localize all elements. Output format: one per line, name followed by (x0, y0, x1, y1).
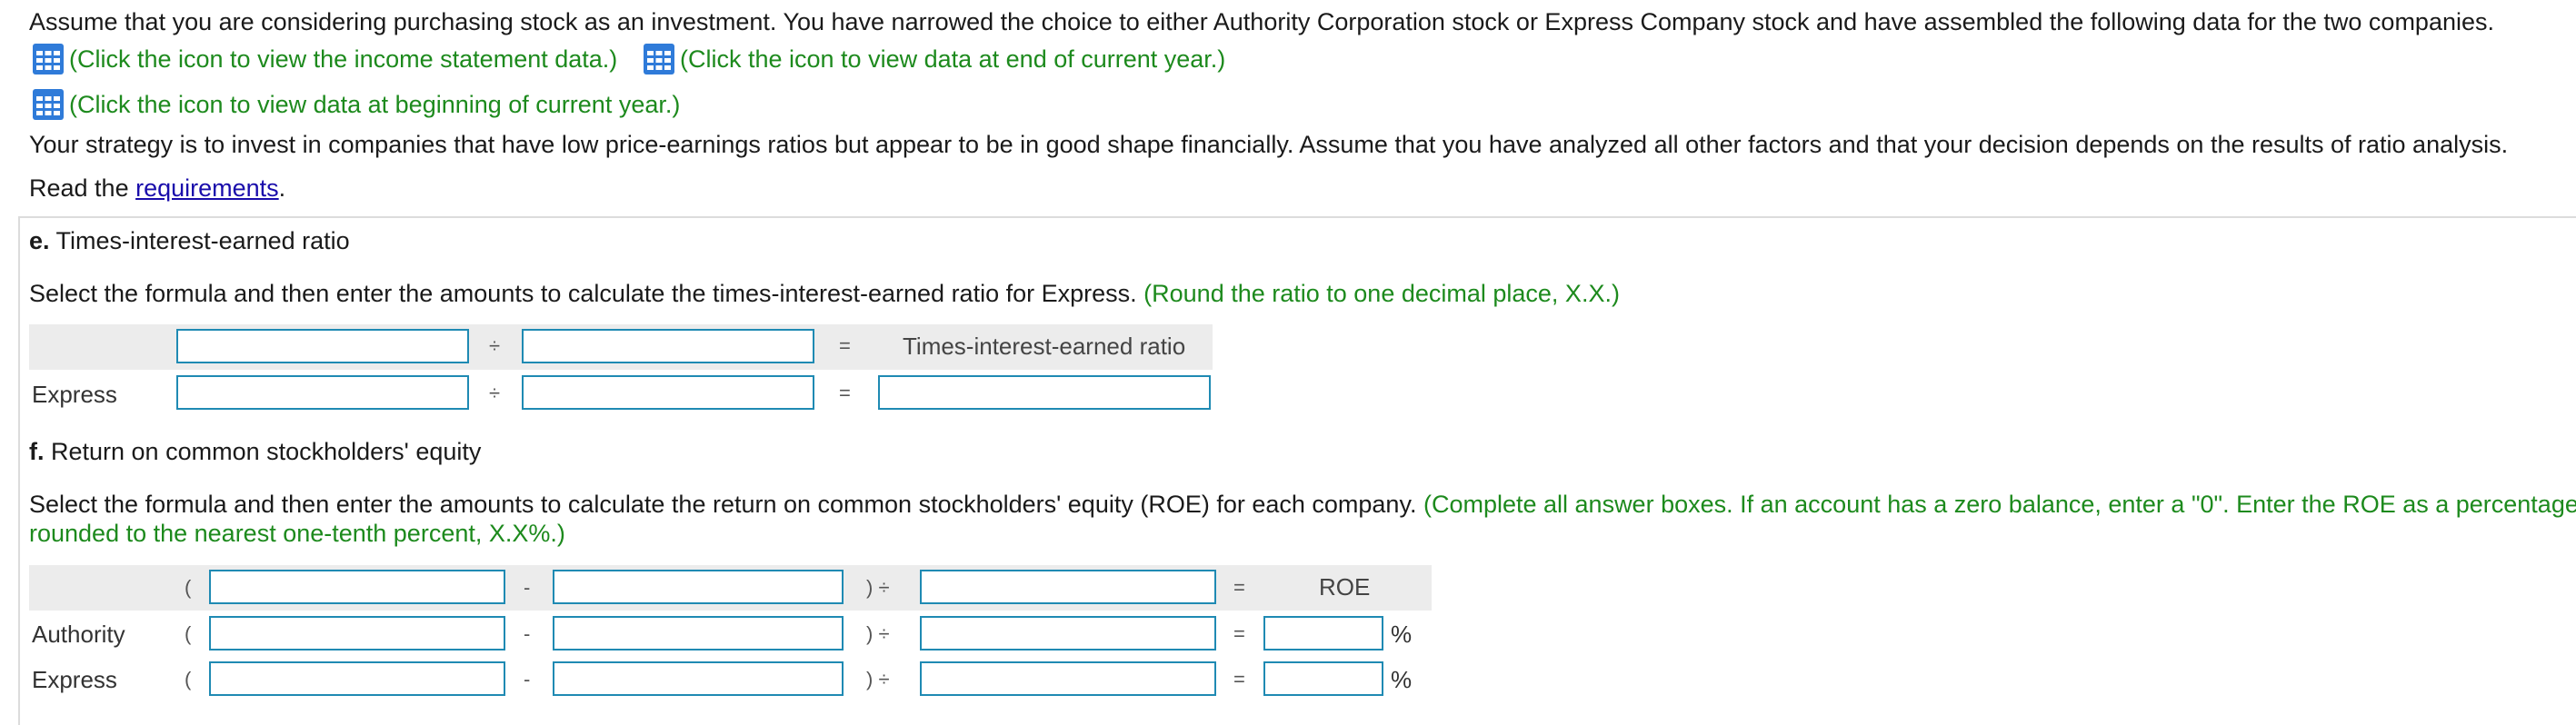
roe-net-income-formula-select[interactable] (209, 570, 505, 604)
beginning-of-year-link-label: (Click the icon to view data at beginnin… (69, 91, 681, 118)
income-statement-link-label: (Click the icon to view the income state… (69, 45, 618, 73)
express-tie-numerator-input[interactable] (176, 375, 469, 410)
express-roe-input[interactable] (1263, 661, 1383, 696)
express-net-income-input[interactable] (209, 661, 505, 696)
minus-symbol: - (524, 622, 531, 645)
divide-symbol: ÷ (489, 334, 501, 357)
requirements-link[interactable]: requirements (135, 174, 279, 202)
part-e-title: Times-interest-earned ratio (49, 227, 350, 254)
section-divider (18, 216, 2576, 218)
part-e-heading: e. Times-interest-earned ratio (29, 226, 350, 255)
part-e-instruction-line: Select the formula and then enter the am… (29, 279, 1620, 308)
divide-symbol: ÷ (489, 382, 501, 404)
open-paren: ( (185, 668, 192, 690)
express-preferred-dividends-input[interactable] (553, 661, 844, 696)
tie-numerator-formula-select[interactable] (176, 329, 469, 363)
part-e-letter: e. (29, 227, 50, 254)
close-paren-divide: ) ÷ (866, 668, 890, 690)
express-tie-result-input[interactable] (878, 375, 1211, 410)
end-of-year-link[interactable]: (Click the icon to view data at end of c… (642, 42, 1225, 76)
table-grid-icon (644, 44, 674, 74)
income-statement-link[interactable]: (Click the icon to view the income state… (31, 42, 617, 76)
row-label-express: Express (32, 666, 117, 693)
roe-preferred-dividends-formula-select[interactable] (553, 570, 844, 604)
strategy-text: Your strategy is to invest in companies … (29, 131, 2509, 158)
equals-symbol: = (1233, 576, 1245, 599)
row-label-authority: Authority (32, 621, 125, 648)
read-requirements-line: Read the requirements. (29, 174, 285, 203)
roe-equity-formula-select[interactable] (920, 570, 1216, 604)
part-e-hint: (Round the ratio to one decimal place, X… (1143, 280, 1620, 307)
equals-symbol: = (1233, 668, 1245, 690)
express-tie-denominator-input[interactable] (522, 375, 814, 410)
close-paren-divide: ) ÷ (866, 622, 890, 645)
tie-denominator-formula-select[interactable] (522, 329, 814, 363)
row-label-express: Express (32, 381, 117, 408)
end-of-year-link-label: (Click the icon to view data at end of c… (680, 45, 1226, 73)
minus-symbol: - (524, 668, 531, 690)
intro-text: Assume that you are considering purchasi… (29, 8, 2494, 35)
authority-preferred-dividends-input[interactable] (553, 616, 844, 651)
percent-sign: % (1391, 666, 1413, 693)
equals-symbol: = (1233, 622, 1245, 645)
open-paren: ( (185, 622, 192, 645)
part-f-hint-line1: (Complete all answer boxes. If an accoun… (1423, 491, 2576, 518)
equals-symbol: = (839, 334, 851, 357)
part-f-instruction: Select the formula and then enter the am… (29, 491, 1417, 518)
roe-result-header: ROE (1319, 573, 1371, 601)
table-grid-icon (33, 89, 64, 120)
read-suffix: . (278, 174, 286, 202)
beginning-of-year-link[interactable]: (Click the icon to view data at beginnin… (31, 87, 680, 122)
part-f-title: Return on common stockholders' equity (44, 438, 482, 465)
minus-symbol: - (524, 576, 531, 599)
authority-equity-input[interactable] (920, 616, 1216, 651)
close-paren-divide: ) ÷ (866, 576, 890, 599)
part-f-heading: f. Return on common stockholders' equity (29, 437, 481, 466)
authority-roe-input[interactable] (1263, 616, 1383, 651)
part-f-hint-line2: rounded to the nearest one-tenth percent… (29, 520, 565, 547)
equals-symbol: = (839, 382, 851, 404)
tie-result-header: Times-interest-earned ratio (903, 333, 1186, 360)
part-e-instruction: Select the formula and then enter the am… (29, 280, 1137, 307)
part-f-letter: f. (29, 438, 45, 465)
read-prefix: Read the (29, 174, 136, 202)
percent-sign: % (1391, 621, 1413, 648)
section-divider-vertical (18, 216, 20, 725)
table-grid-icon (33, 44, 64, 74)
part-f-instruction-line: Select the formula and then enter the am… (29, 490, 2576, 519)
express-equity-input[interactable] (920, 661, 1216, 696)
open-paren: ( (185, 576, 192, 599)
authority-net-income-input[interactable] (209, 616, 505, 651)
